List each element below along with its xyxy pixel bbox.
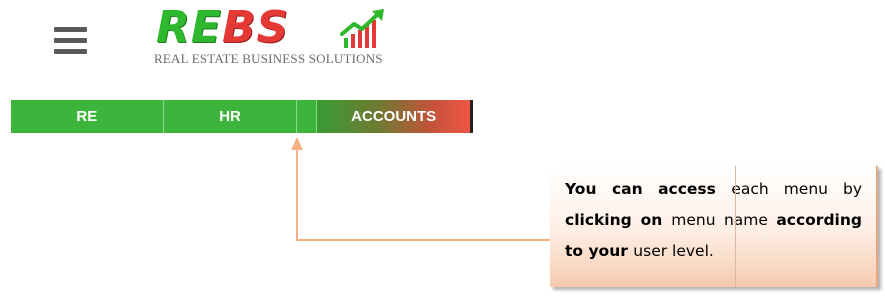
hamburger-line: [54, 49, 87, 54]
hamburger-menu-icon[interactable]: [54, 27, 87, 54]
page: REBS REAL ESTATE BUSINESS SOLUTIONS RE H…: [0, 0, 885, 297]
menu-item-blank[interactable]: [297, 100, 318, 133]
callout-text: each menu by: [731, 180, 862, 198]
callout-text: user level.: [633, 242, 714, 260]
menu-item-label: HR: [219, 108, 241, 125]
callout-text: clicking on: [565, 211, 672, 229]
hamburger-line: [54, 27, 87, 32]
callout-text: You can access: [565, 180, 732, 198]
callout-divider: [735, 166, 736, 287]
rebs-logo[interactable]: REBS REAL ESTATE BUSINESS SOLUTIONS: [150, 2, 390, 68]
menu-bar-edge: [470, 100, 473, 133]
menu-item-label: RE: [76, 108, 98, 125]
growth-chart-icon: [340, 9, 384, 48]
callout-text: menu name: [671, 211, 777, 229]
menu-item-accounts[interactable]: ACCOUNTS: [317, 100, 470, 133]
instruction-callout: You can access each menu by clicking on …: [550, 166, 878, 287]
logo-tagline: REAL ESTATE BUSINESS SOLUTIONS: [154, 51, 383, 66]
menu-item-re[interactable]: RE: [11, 100, 164, 133]
main-menu-bar: RE HR ACCOUNTS: [11, 100, 473, 133]
hamburger-line: [54, 38, 87, 43]
menu-item-hr[interactable]: HR: [163, 100, 298, 133]
logo-wordmark: REBS: [156, 2, 290, 53]
menu-item-label: ACCOUNTS: [351, 108, 437, 125]
